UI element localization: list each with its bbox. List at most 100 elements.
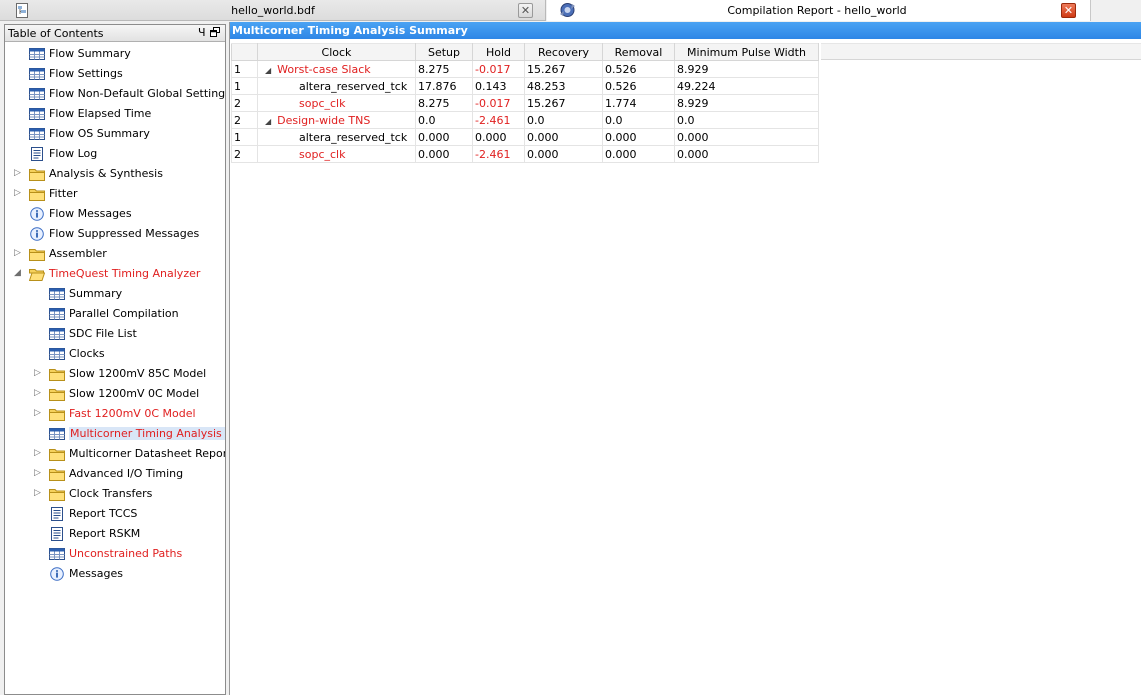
expand-arrow-icon[interactable]: ▷ <box>34 368 43 379</box>
toc-item-slow-1200mv-85c-model[interactable]: ▷ Slow 1200mV 85C Model <box>5 364 225 384</box>
toc-item-flow-os-summary[interactable]: Flow OS Summary <box>5 124 225 144</box>
setup-cell: 8.275 <box>415 60 473 78</box>
toc-item-advanced-i-o-timing[interactable]: ▷ Advanced I/O Timing <box>5 464 225 484</box>
hold-cell: -0.017 <box>472 94 525 112</box>
table-group-row[interactable]: 2 ◢ Design-wide TNS 0.0 -2.461 0.0 0.0 0.0 <box>231 111 819 129</box>
close-tab-button[interactable]: ✕ <box>1061 3 1076 18</box>
collapse-arrow-icon[interactable]: ◢ <box>14 268 23 279</box>
toc-item-label: Clocks <box>69 347 105 360</box>
toc-item-label: Flow Suppressed Messages <box>49 227 200 240</box>
toc-item-label: Analysis & Synthesis <box>49 167 163 180</box>
removal-cell: 0.526 <box>602 60 675 78</box>
column-header-recovery[interactable]: Recovery <box>524 43 603 61</box>
toc-item-slow-1200mv-0c-model[interactable]: ▷ Slow 1200mV 0C Model <box>5 384 225 404</box>
toc-item-fitter[interactable]: ▷ Fitter <box>5 184 225 204</box>
minimum-pulse-width-cell: 0.0 <box>674 111 819 129</box>
toc-item-label: Report RSKM <box>69 527 141 540</box>
toc-item-label: Parallel Compilation <box>69 307 179 320</box>
report-pane: Multicorner Timing Analysis Summary Cloc… <box>229 22 1141 695</box>
toc-item-messages[interactable]: Messages <box>5 564 225 584</box>
removal-cell: 0.000 <box>602 128 675 146</box>
table-row[interactable]: 1 altera_reserved_tck 17.876 0.143 48.253 0.5… <box>231 77 819 95</box>
removal-cell: 0.0 <box>602 111 675 129</box>
toc-item-multicorner-datasheet-report-su[interactable]: ▷ Multicorner Datasheet Report Su <box>5 444 225 464</box>
toc-item-flow-non-default-global-settings[interactable]: Flow Non-Default Global Settings <box>5 84 225 104</box>
row-number: 2 <box>231 94 258 112</box>
expand-arrow-icon[interactable]: ▷ <box>14 188 23 199</box>
tab-hello-world-bdf[interactable]: hello_world.bdf ✕ <box>0 0 546 21</box>
toc-item-report-rskm[interactable]: Report RSKM <box>5 524 225 544</box>
hold-cell: 0.143 <box>472 77 525 95</box>
toc-item-label: Messages <box>69 567 123 580</box>
toc-item-analysis-synthesis[interactable]: ▷ Analysis & Synthesis <box>5 164 225 184</box>
toc-item-label: Unconstrained Paths <box>69 547 183 560</box>
collapse-arrow-icon[interactable]: ◢ <box>265 117 271 126</box>
column-header-minimum-pulse-width[interactable]: Minimum Pulse Width <box>674 43 819 61</box>
float-window-icon[interactable] <box>210 27 220 37</box>
toc-item-summary[interactable]: Summary <box>5 284 225 304</box>
toc-item-label: Multicorner Timing Analysis Summr <box>69 427 225 440</box>
toc-item-multicorner-timing-analysis-summr[interactable]: Multicorner Timing Analysis Summr <box>5 424 225 444</box>
toc-item-flow-messages[interactable]: Flow Messages <box>5 204 225 224</box>
toc-item-label: Summary <box>69 287 123 300</box>
toc-item-timequest-timing-analyzer[interactable]: ◢ TimeQuest Timing Analyzer <box>5 264 225 284</box>
toc-item-flow-log[interactable]: Flow Log <box>5 144 225 164</box>
table-of-contents-pane: Table of Contents Ч Flow Summary Flow Set… <box>4 24 226 695</box>
minimum-pulse-width-cell: 8.929 <box>674 60 819 78</box>
toc-item-flow-settings[interactable]: Flow Settings <box>5 64 225 84</box>
timing-summary-table: Clock Setup Hold Recovery Removal Minimu… <box>231 43 819 163</box>
table-row[interactable]: 2 sopc_clk 8.275 -0.017 15.267 1.774 8.929 <box>231 94 819 112</box>
expand-arrow-icon[interactable]: ▷ <box>14 248 23 259</box>
row-number: 2 <box>231 111 258 129</box>
toc-item-fast-1200mv-0c-model[interactable]: ▷ Fast 1200mV 0C Model <box>5 404 225 424</box>
expand-arrow-icon[interactable]: ▷ <box>34 468 43 479</box>
toc-item-label: Flow Summary <box>49 47 131 60</box>
toc-item-label: SDC File List <box>69 327 137 340</box>
column-header-removal[interactable]: Removal <box>602 43 675 61</box>
tab-bar-spacer <box>1090 0 1141 21</box>
close-tab-button[interactable]: ✕ <box>518 3 533 18</box>
toc-header: Table of Contents Ч <box>5 25 225 42</box>
toc-item-flow-suppressed-messages[interactable]: Flow Suppressed Messages <box>5 224 225 244</box>
expand-arrow-icon[interactable]: ▷ <box>34 388 43 399</box>
toc-item-label: Report TCCS <box>69 507 138 520</box>
row-number: 1 <box>231 128 258 146</box>
column-header-clock[interactable]: Clock <box>257 43 416 61</box>
row-number: 1 <box>231 60 258 78</box>
row-number: 2 <box>231 145 258 163</box>
pin-icon[interactable]: Ч <box>198 27 206 39</box>
table-row[interactable]: 2 sopc_clk 0.000 -2.461 0.000 0.000 0.000 <box>231 145 819 163</box>
hold-cell: -2.461 <box>472 145 525 163</box>
toc-item-label: Flow Settings <box>49 67 123 80</box>
toc-item-flow-summary[interactable]: Flow Summary <box>5 44 225 64</box>
clock-cell[interactable]: ◢ Design-wide TNS <box>257 111 416 129</box>
clock-cell[interactable]: ◢ Worst-case Slack <box>257 60 416 78</box>
expand-arrow-icon[interactable]: ▷ <box>34 448 43 459</box>
toc-item-label: Flow OS Summary <box>49 127 150 140</box>
toc-item-report-tccs[interactable]: Report TCCS <box>5 504 225 524</box>
column-header-hold[interactable]: Hold <box>472 43 525 61</box>
setup-cell: 0.000 <box>415 145 473 163</box>
table-group-row[interactable]: 1 ◢ Worst-case Slack 8.275 -0.017 15.267 0.526… <box>231 60 819 78</box>
toc-item-clocks[interactable]: Clocks <box>5 344 225 364</box>
toc-item-sdc-file-list[interactable]: SDC File List <box>5 324 225 344</box>
toc-item-label: Advanced I/O Timing <box>69 467 184 480</box>
collapse-arrow-icon[interactable]: ◢ <box>265 66 271 75</box>
column-header-setup[interactable]: Setup <box>415 43 473 61</box>
expand-arrow-icon[interactable]: ▷ <box>14 168 23 179</box>
grid-header-filler <box>821 43 1141 60</box>
expand-arrow-icon[interactable]: ▷ <box>34 408 43 419</box>
toc-item-label: Flow Log <box>49 147 98 160</box>
table-row[interactable]: 1 altera_reserved_tck 0.000 0.000 0.000 0.000… <box>231 128 819 146</box>
toc-item-flow-elapsed-time[interactable]: Flow Elapsed Time <box>5 104 225 124</box>
toc-item-parallel-compilation[interactable]: Parallel Compilation <box>5 304 225 324</box>
toc-item-unconstrained-paths[interactable]: Unconstrained Paths <box>5 544 225 564</box>
toc-item-clock-transfers[interactable]: ▷ Clock Transfers <box>5 484 225 504</box>
report-title: Multicorner Timing Analysis Summary <box>232 24 468 37</box>
hold-cell: 0.000 <box>472 128 525 146</box>
recovery-cell: 0.000 <box>524 128 603 146</box>
tab-compilation-report[interactable]: Compilation Report - hello_world ✕ <box>547 0 1090 21</box>
clock-cell: sopc_clk <box>257 94 416 112</box>
expand-arrow-icon[interactable]: ▷ <box>34 488 43 499</box>
toc-item-assembler[interactable]: ▷ Assembler <box>5 244 225 264</box>
